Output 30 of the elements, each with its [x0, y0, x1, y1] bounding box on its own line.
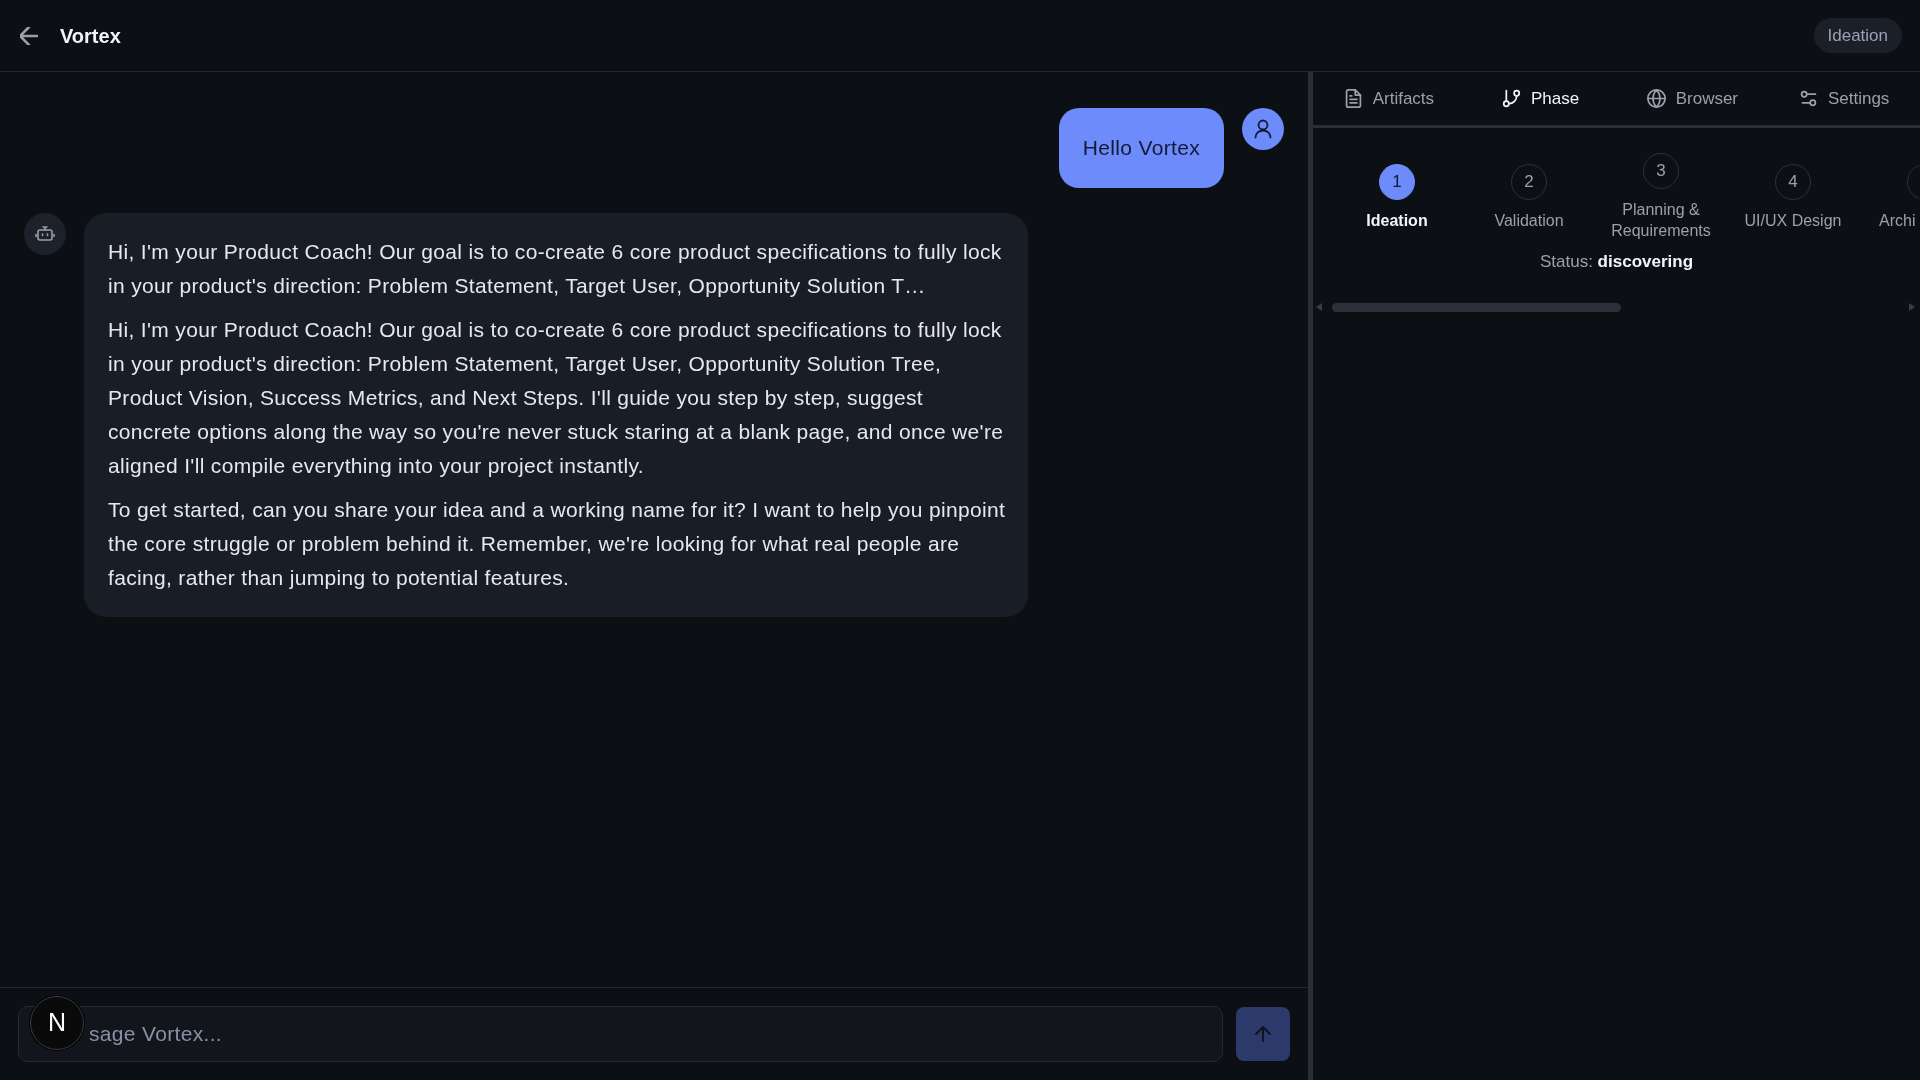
robot-icon: [24, 213, 66, 255]
status-text: Status: discovering: [1539, 252, 1694, 271]
panel-tab[interactable]: Browser: [1616, 72, 1769, 125]
globe-icon: [1646, 89, 1666, 108]
scrollbar-thumb[interactable]: [1332, 302, 1621, 312]
sliders-icon: [1798, 89, 1818, 108]
message-paragraph: Hi, I'm your Product Coach! Our goal is to co-create 6 core product specifications to fully lock in your product's direction: Problem Statement, Target User, Opportunity Solution Tree, Product Vision, Success Metrics, and Next Steps. I'll guide you step by step, suggest concrete options along the way so you're never stuck staring at a blank page, and once we're aligned I'll compile everything into your project instantly.: [108, 317, 1005, 479]
phase-badge: Ideation: [1813, 18, 1902, 53]
message-paragraph: Hi, I'm your Product Coach! Our goal is to co-create 6 core product specifications to fully lock in your product's direction: Problem Statement, Target User, Opportunity Solution T…: [108, 239, 1003, 299]
arrow-up-icon: [1255, 1026, 1271, 1042]
panel-tab[interactable]: Artifacts: [1313, 72, 1465, 125]
user-avatar-icon: [1242, 108, 1284, 150]
step-circle: 1: [1379, 163, 1415, 200]
branch-icon: [1502, 89, 1521, 108]
arrow-left-icon: [20, 26, 38, 45]
app-title: Vortex: [60, 23, 121, 49]
step-label: Archi: [1879, 210, 1916, 231]
user-message: Hello Vortex: [1058, 108, 1224, 188]
step-label: Ideation: [1366, 210, 1428, 231]
scroll-right-icon[interactable]: [1909, 303, 1915, 311]
step-label: Validation: [1494, 210, 1564, 231]
panel-tab[interactable]: Settings: [1768, 72, 1920, 125]
scroll-left-icon[interactable]: [1316, 303, 1322, 311]
step-label: UI/UX Design: [1744, 210, 1842, 231]
dev-tools-button[interactable]: N: [30, 996, 84, 1050]
panel-tab[interactable]: Phase: [1464, 72, 1617, 125]
document-icon: [1343, 89, 1363, 108]
message-paragraph: To get started, can you share your idea and a working name for it? I want to help you pinpoint the core struggle or problem behind it. Remember, we're looking for what real people are facing, rather than jumping to potential features.: [108, 497, 1006, 591]
back-button[interactable]: [20, 26, 38, 45]
step-label: Planning & Requirements: [1610, 200, 1712, 241]
